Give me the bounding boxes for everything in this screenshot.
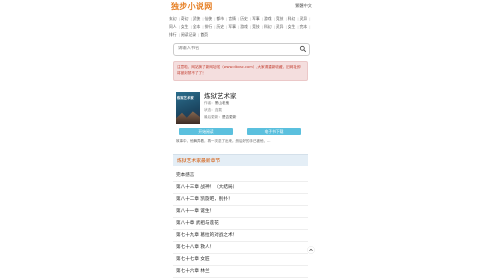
chapter-list: 完本感言 第八十三章 战神！（大结局） 第八十二章 凯旋吧，别扑！ 第八十一章 诞生！…: [173, 170, 308, 278]
nav-link[interactable]: 同人: [169, 24, 177, 29]
nav-link[interactable]: 仙侠: [205, 16, 213, 21]
nav-home-link[interactable]: 首页: [200, 32, 208, 37]
nav-link[interactable]: 科幻: [264, 24, 272, 29]
chapters-heading-text: 炼狱艺术家最新章节: [177, 159, 221, 164]
nav-separator: |: [273, 16, 275, 21]
book-intro: 故事中，他舞弄着，再一次念了出来。然后好的手已被他，…: [176, 139, 271, 143]
cover-title: 炼狱艺术家: [177, 96, 194, 100]
nav-link[interactable]: 都市: [217, 16, 225, 21]
chapter-link[interactable]: 第七十九章 葛拉的对战之术！: [173, 230, 308, 242]
mobile-page: 独步小说网 繁體中文 玄幻 |奇幻 |武侠 |仙侠 |都市 |言情 |历史 |军事 |游戏 |竞技…: [167, 0, 315, 278]
nav-link[interactable]: 排行: [205, 24, 213, 29]
nav-link[interactable]: 科幻: [288, 16, 296, 21]
nav-separator: |: [297, 23, 299, 29]
nav-link[interactable]: 历史: [217, 24, 225, 29]
nav-separator: |: [285, 23, 287, 29]
chapter-link[interactable]: 第七十八章 救人！: [173, 242, 308, 254]
nav-link[interactable]: 女生: [288, 24, 296, 29]
nav-separator: |: [214, 23, 216, 29]
book-author: 作者：黑山老鬼: [204, 101, 230, 105]
nav-separator: |: [297, 16, 299, 21]
nav-link[interactable]: 军事: [252, 16, 260, 21]
cover-art: [176, 111, 200, 124]
nav-link[interactable]: 军事: [228, 24, 236, 29]
chapter-link[interactable]: 第八十一章 诞生！: [173, 206, 308, 218]
start-reading-button[interactable]: 开始阅读: [179, 128, 233, 135]
search-icon[interactable]: [299, 45, 307, 53]
nav-link[interactable]: 游戏: [240, 24, 248, 29]
back-to-top-icon[interactable]: [307, 246, 315, 254]
nav-link[interactable]: 灵异: [276, 24, 284, 29]
nav-separator: |: [261, 16, 263, 21]
nav-link[interactable]: 完本: [300, 24, 308, 29]
nav-separator: |: [214, 16, 216, 21]
nav-separator: |: [273, 23, 275, 29]
nav-link[interactable]: 排行: [169, 32, 177, 37]
latest-chapters-heading: 炼狱艺术家最新章节: [173, 154, 308, 166]
nav-separator: |: [190, 23, 192, 29]
traditional-chinese-link[interactable]: 繁體中文: [295, 3, 312, 9]
nav-link[interactable]: 游戏: [264, 16, 272, 21]
chapter-link[interactable]: 第八十三章 战神！（大结局）: [173, 182, 308, 194]
nav-link[interactable]: 阅读记录: [181, 32, 196, 37]
nav-link[interactable]: 全本: [193, 24, 201, 29]
chapter-link[interactable]: 第七十六章 林兰: [173, 266, 308, 278]
nav-separator: |: [178, 16, 180, 21]
ebook-download-button[interactable]: 电子书下载: [247, 128, 301, 135]
nav-link[interactable]: 玄幻: [169, 16, 177, 21]
chapter-link[interactable]: 第七十七章 女匠: [173, 254, 308, 266]
nav-link[interactable]: 武侠: [193, 16, 201, 21]
nav-link[interactable]: 言情: [228, 16, 236, 21]
search-input[interactable]: [178, 46, 288, 51]
category-nav: 玄幻 |奇幻 |武侠 |仙侠 |都市 |言情 |历史 |军事 |游戏 |竞技 |科幻 |灵异 |同人 |女…: [169, 15, 313, 38]
chapter-link[interactable]: 第八十二章 凯旋吧，别扑！: [173, 194, 308, 206]
nav-separator: |: [202, 23, 204, 29]
nav-separator: |: [285, 16, 287, 21]
nav-link[interactable]: 女生: [181, 24, 189, 29]
nav-separator: |: [178, 23, 180, 29]
nav-separator: |: [261, 23, 263, 29]
nav-link[interactable]: 竞技: [252, 24, 260, 29]
book-title: 炼狱艺术家: [204, 92, 237, 100]
nav-separator: |: [202, 16, 204, 21]
domain-change-notice: 注意啦，网站换了新网址啦（www.dbxsc.com）,大家请重新收藏，旧网址即…: [173, 61, 308, 81]
author-name[interactable]: 黑山老鬼: [215, 101, 229, 105]
site-logo[interactable]: 独步小说网: [171, 1, 213, 12]
book-update: 最后更新：是否更新: [204, 115, 237, 119]
book-status: 状态：连载: [204, 108, 222, 112]
nav-separator: |: [249, 16, 252, 21]
search-box: [173, 43, 310, 56]
chapter-link[interactable]: 第八十章 武祖与莲花: [173, 218, 308, 230]
nav-link[interactable]: 历史: [240, 16, 248, 21]
chapter-link[interactable]: 完本感言: [173, 170, 308, 182]
book-cover[interactable]: 炼狱艺术家: [176, 92, 200, 124]
nav-separator: |: [309, 23, 311, 29]
nav-separator: |: [309, 16, 311, 21]
book-info: 炼狱艺术家 炼狱艺术家 作者：黑山老鬼 状态：连载 最后更新：是否更新 开始阅读…: [173, 86, 308, 150]
nav-separator: |: [190, 16, 192, 21]
nav-separator: |: [249, 23, 252, 29]
nav-link[interactable]: 灵异: [300, 16, 308, 21]
top-bar: 独步小说网 繁體中文: [167, 0, 315, 12]
nav-separator: |: [178, 31, 180, 37]
nav-link[interactable]: 奇幻: [181, 16, 189, 21]
nav-link[interactable]: 竞技: [276, 16, 284, 21]
